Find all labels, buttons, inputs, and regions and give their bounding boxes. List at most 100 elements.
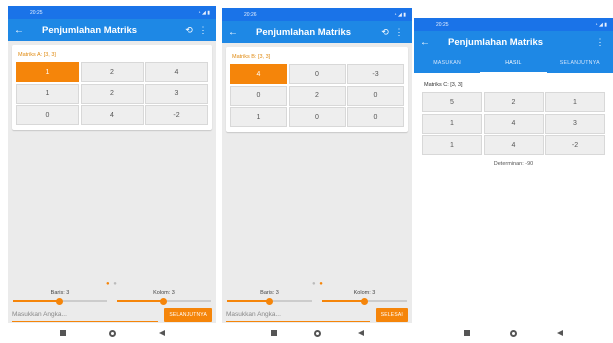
status-icons: ◔ ◢ ▮: [393, 11, 406, 18]
phone-screen-1: 20:25 ◔ ◢ ▮ ← Penjumlahan Matriks ⟲ ⋮ Ma…: [8, 6, 216, 343]
status-bar: 20:25 ◔ ◢ ▮: [8, 6, 216, 19]
nav-recent-icon[interactable]: [464, 330, 470, 336]
back-arrow-icon[interactable]: ←: [420, 37, 438, 48]
phone-screen-3: 20:25 ◔ ◢ ▮ ← Penjumlahan Matriks ⋮ MASU…: [414, 18, 613, 343]
matrix-cell: 3: [545, 113, 605, 134]
back-arrow-icon[interactable]: ←: [14, 25, 32, 36]
number-input[interactable]: Masukkan Angka...: [226, 309, 370, 322]
matrix-card: Matriks B: [3, 3] 4 0 -3 0 2 0 1 0 0: [226, 47, 408, 132]
matrix-cell[interactable]: -3: [347, 64, 404, 84]
tab-masukan[interactable]: MASUKAN: [414, 53, 480, 73]
app-title: Penjumlahan Matriks: [448, 36, 544, 48]
back-arrow-icon[interactable]: ←: [228, 27, 246, 38]
matrix-grid: 1 2 4 1 2 3 0 4 -2: [16, 62, 208, 125]
tab-selanjutnya[interactable]: SELANJUTNYA: [547, 53, 613, 73]
matrix-cell[interactable]: 0: [16, 105, 79, 125]
page-indicator: ● ●: [106, 281, 118, 287]
nav-home-icon[interactable]: [313, 329, 321, 337]
matrix-cell: 4: [483, 113, 544, 134]
matrix-cell[interactable]: 0: [347, 107, 404, 127]
tab-hasil[interactable]: HASIL: [480, 53, 547, 73]
app-title: Penjumlahan Matriks: [42, 24, 138, 36]
more-vert-icon[interactable]: ⋮: [392, 27, 406, 38]
rows-slider[interactable]: Baris: 3: [13, 290, 107, 305]
matrix-cell[interactable]: 0: [230, 85, 287, 106]
matrix-title: Matriks C: [3, 3]: [424, 82, 463, 88]
status-bar: 20:25 ◔ ◢ ▮: [414, 18, 613, 31]
number-input[interactable]: Masukkan Angka...: [12, 309, 159, 322]
nav-back-icon[interactable]: [158, 330, 165, 336]
rows-slider[interactable]: Baris: 3: [226, 290, 313, 305]
controls: Baris: 3 Kolom: 3 Masukkan Angka... SELA…: [8, 290, 216, 322]
finish-button[interactable]: SELESAI: [375, 308, 408, 322]
cols-track[interactable]: [321, 297, 408, 305]
rows-thumb[interactable]: [266, 297, 274, 305]
matrix-cell[interactable]: 2: [288, 85, 346, 106]
nav-bar: [222, 323, 412, 343]
cols-label: Kolom: 3: [353, 290, 376, 296]
matrix-cell[interactable]: -2: [145, 105, 208, 125]
matrix-cell[interactable]: 1: [16, 83, 79, 104]
cols-slider[interactable]: Kolom: 3: [321, 290, 408, 305]
matrix-title: Matriks A: [3, 3]: [18, 52, 56, 58]
cols-track[interactable]: [117, 297, 211, 305]
matrix-cell[interactable]: 3: [145, 83, 208, 104]
rows-track[interactable]: [13, 297, 107, 305]
nav-recent-icon[interactable]: [270, 330, 277, 336]
slider-row: Baris: 3 Kolom: 3: [222, 290, 412, 305]
matrix-cell[interactable]: 0: [347, 85, 404, 106]
cols-thumb[interactable]: [160, 297, 168, 305]
nav-back-icon[interactable]: [357, 330, 364, 336]
matrix-cell: 1: [545, 92, 605, 112]
rows-label: Baris: 3: [50, 290, 70, 296]
status-icons: ◔ ◢ ▮: [197, 9, 210, 16]
matrix-cell[interactable]: 2: [80, 62, 144, 82]
cols-slider[interactable]: Kolom: 3: [117, 290, 211, 305]
matrix-cell[interactable]: 4: [80, 105, 144, 125]
rows-track[interactable]: [226, 297, 313, 305]
controls: Baris: 3 Kolom: 3 Masukkan Angka... SELE…: [222, 290, 412, 322]
matrix-cell: 5: [422, 92, 482, 112]
phone-screen-2: 20:26 ◔ ◢ ▮ ← Penjumlahan Matriks ⟲ ⋮ Ma…: [222, 8, 412, 343]
rows-label: Baris: 3: [260, 290, 279, 296]
matrix-cell[interactable]: 0: [288, 107, 346, 127]
app-bar: ← Penjumlahan Matriks ⟲ ⋮: [222, 21, 412, 43]
stage: 20:25 ◔ ◢ ▮ ← Penjumlahan Matriks ⟲ ⋮ Ma…: [0, 0, 613, 343]
cols-thumb[interactable]: [361, 297, 369, 305]
matrix-cell: 2: [483, 92, 544, 112]
status-time: 20:25: [30, 9, 43, 16]
matrix-cell[interactable]: 4: [145, 62, 208, 82]
matrix-cell: 1: [422, 135, 482, 155]
more-vert-icon[interactable]: ⋮: [593, 37, 607, 48]
nav-home-icon[interactable]: [108, 329, 116, 337]
matrix-cell[interactable]: 1: [230, 107, 287, 127]
matrix-cell[interactable]: 1: [16, 62, 79, 82]
matrix-cell[interactable]: 2: [80, 83, 144, 104]
app-title: Penjumlahan Matriks: [256, 26, 352, 38]
refresh-icon[interactable]: ⟲: [378, 27, 392, 38]
result-card: Matriks C: [3, 3] 5 2 1 1 4 3 1 4 -2 Det…: [418, 75, 609, 174]
status-bar: 20:26 ◔ ◢ ▮: [222, 8, 412, 21]
more-vert-icon[interactable]: ⋮: [196, 25, 210, 36]
nav-back-icon[interactable]: [557, 330, 563, 336]
matrix-cell: 4: [483, 135, 544, 155]
rows-thumb[interactable]: [56, 297, 64, 305]
matrix-grid: 4 0 -3 0 2 0 1 0 0: [230, 64, 404, 127]
page-indicator: ● ●: [312, 281, 324, 287]
app-bar: ← Penjumlahan Matriks ⋮: [414, 31, 613, 53]
matrix-cell[interactable]: 0: [288, 64, 346, 84]
matrix-title: Matriks B: [3, 3]: [232, 54, 271, 60]
next-button[interactable]: SELANJUTNYA: [164, 308, 212, 322]
matrix-cell[interactable]: 4: [230, 64, 287, 84]
nav-recent-icon[interactable]: [59, 330, 66, 336]
matrix-cell: 1: [422, 113, 482, 134]
nav-bar: [414, 323, 613, 343]
status-icons: ◔ ◢ ▮: [594, 21, 607, 28]
tab-bar: MASUKAN HASIL SELANJUTNYA: [414, 53, 613, 73]
determinant-text: Determinan: -90: [493, 161, 534, 167]
refresh-icon[interactable]: ⟲: [182, 25, 196, 36]
nav-home-icon[interactable]: [510, 329, 517, 337]
slider-row: Baris: 3 Kolom: 3: [8, 290, 216, 305]
nav-bar: [8, 323, 216, 343]
matrix-grid: 5 2 1 1 4 3 1 4 -2: [422, 92, 605, 155]
